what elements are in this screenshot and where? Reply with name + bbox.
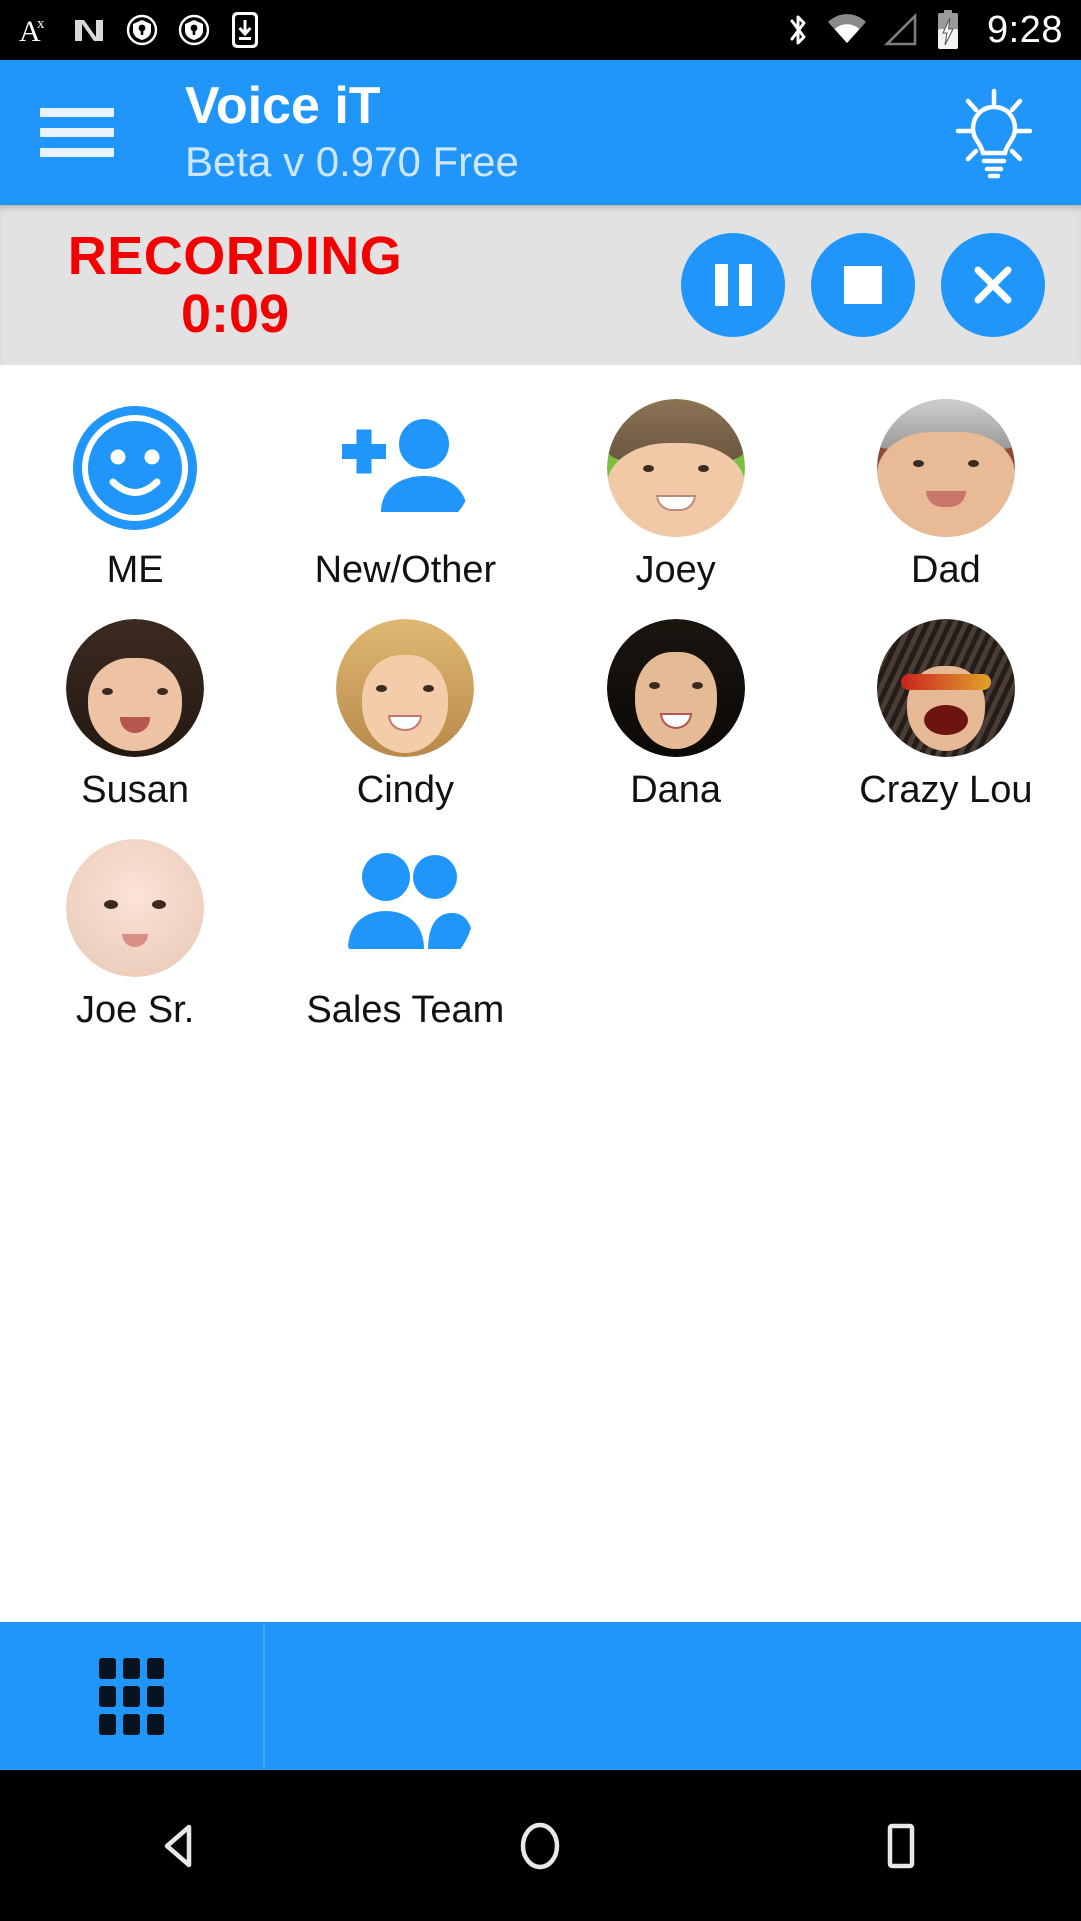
vpn-key-shield-icon-2 xyxy=(178,14,210,46)
contact-label: Cindy xyxy=(356,769,454,811)
contacts-area: ME New/Other Joey Dad Susan Cindy Dana C… xyxy=(0,365,1081,1622)
status-bar-left-icons: A x xyxy=(18,11,260,49)
contact-label: Joey xyxy=(635,549,716,591)
contact-label: ME xyxy=(106,549,164,591)
avatar-photo xyxy=(66,619,205,757)
avatar-photo xyxy=(876,619,1015,757)
nav-recents-button[interactable] xyxy=(841,1786,961,1906)
smiley-face-icon xyxy=(66,399,204,537)
android-navigation-bar xyxy=(0,1770,1081,1921)
bluetooth-icon xyxy=(785,11,811,49)
app-version-subtitle: Beta v 0.970 Free xyxy=(185,137,519,185)
app-bar-titles: Voice iT Beta v 0.970 Free xyxy=(0,60,1081,205)
contact-new-other[interactable]: New/Other xyxy=(270,377,540,597)
lightbulb-tip-icon[interactable] xyxy=(949,83,1039,183)
cancel-recording-button[interactable] xyxy=(941,233,1045,337)
recording-label: RECORDING xyxy=(67,225,403,286)
contact-cindy[interactable]: Cindy xyxy=(270,597,540,817)
pause-icon xyxy=(714,264,752,306)
contact-crazy-lou[interactable]: Crazy Lou xyxy=(811,597,1081,817)
app-bar: Voice iT Beta v 0.970 Free xyxy=(0,60,1081,205)
recording-controls xyxy=(681,233,1045,337)
android-status-bar: A x 9:28 xyxy=(0,0,1081,60)
close-x-icon xyxy=(974,266,1012,304)
recording-status-text: RECORDING 0:09 xyxy=(0,225,470,344)
hamburger-menu-icon[interactable] xyxy=(40,108,114,157)
hamburger-line-1 xyxy=(40,108,114,117)
battery-charging-icon xyxy=(935,10,961,50)
stop-icon xyxy=(844,266,882,304)
avatar-photo xyxy=(66,839,205,977)
stop-recording-button[interactable] xyxy=(811,233,915,337)
contact-label: Susan xyxy=(81,769,189,811)
hamburger-line-3 xyxy=(40,148,114,157)
contact-dana[interactable]: Dana xyxy=(541,597,811,817)
nav-back-button[interactable] xyxy=(120,1786,240,1906)
contact-label: Dana xyxy=(630,769,722,811)
contact-joey[interactable]: Joey xyxy=(541,377,811,597)
contact-susan[interactable]: Susan xyxy=(0,597,270,817)
svg-text:x: x xyxy=(37,16,45,32)
cell-signal-icon xyxy=(883,13,919,47)
add-person-icon xyxy=(336,399,474,537)
hamburger-line-2 xyxy=(40,128,114,137)
keypad-button[interactable] xyxy=(0,1622,265,1770)
download-to-device-icon xyxy=(230,11,260,49)
recording-status-bar: RECORDING 0:09 xyxy=(0,205,1081,365)
avatar-photo xyxy=(606,619,745,757)
avatar-photo xyxy=(606,399,745,537)
grid-keypad-icon xyxy=(99,1657,164,1735)
avatar-photo xyxy=(876,399,1015,537)
contacts-grid: ME New/Other Joey Dad Susan Cindy Dana C… xyxy=(0,377,1081,1037)
avatar-photo xyxy=(336,619,475,757)
contact-label: Crazy Lou xyxy=(859,769,1033,811)
group-people-icon xyxy=(336,839,475,977)
contact-label: Dad xyxy=(911,549,981,591)
app-title: Voice iT xyxy=(185,77,381,136)
bottom-toolbar xyxy=(0,1622,1081,1770)
contact-label: Joe Sr. xyxy=(75,989,195,1031)
contact-label: New/Other xyxy=(314,549,497,591)
text-size-icon: A x xyxy=(18,13,52,47)
contact-dad[interactable]: Dad xyxy=(811,377,1081,597)
contact-joe-sr[interactable]: Joe Sr. xyxy=(0,817,270,1037)
wifi-icon xyxy=(827,13,867,47)
recording-timer: 0:09 xyxy=(180,284,290,344)
contact-label: Sales Team xyxy=(306,989,505,1031)
phone-screen: A x 9:28 Voice iT Beta v 0.970 Free RECO… xyxy=(0,0,1081,1921)
vpn-key-shield-icon-1 xyxy=(126,14,158,46)
nougat-n-icon xyxy=(72,13,106,47)
status-bar-clock: 9:28 xyxy=(987,8,1063,51)
pause-recording-button[interactable] xyxy=(681,233,785,337)
contact-me[interactable]: ME xyxy=(0,377,270,597)
status-bar-right-icons: 9:28 xyxy=(785,9,1063,52)
contact-sales-team[interactable]: Sales Team xyxy=(270,817,540,1037)
nav-home-button[interactable] xyxy=(480,1786,600,1906)
bottom-toolbar-empty-area xyxy=(265,1622,1081,1770)
